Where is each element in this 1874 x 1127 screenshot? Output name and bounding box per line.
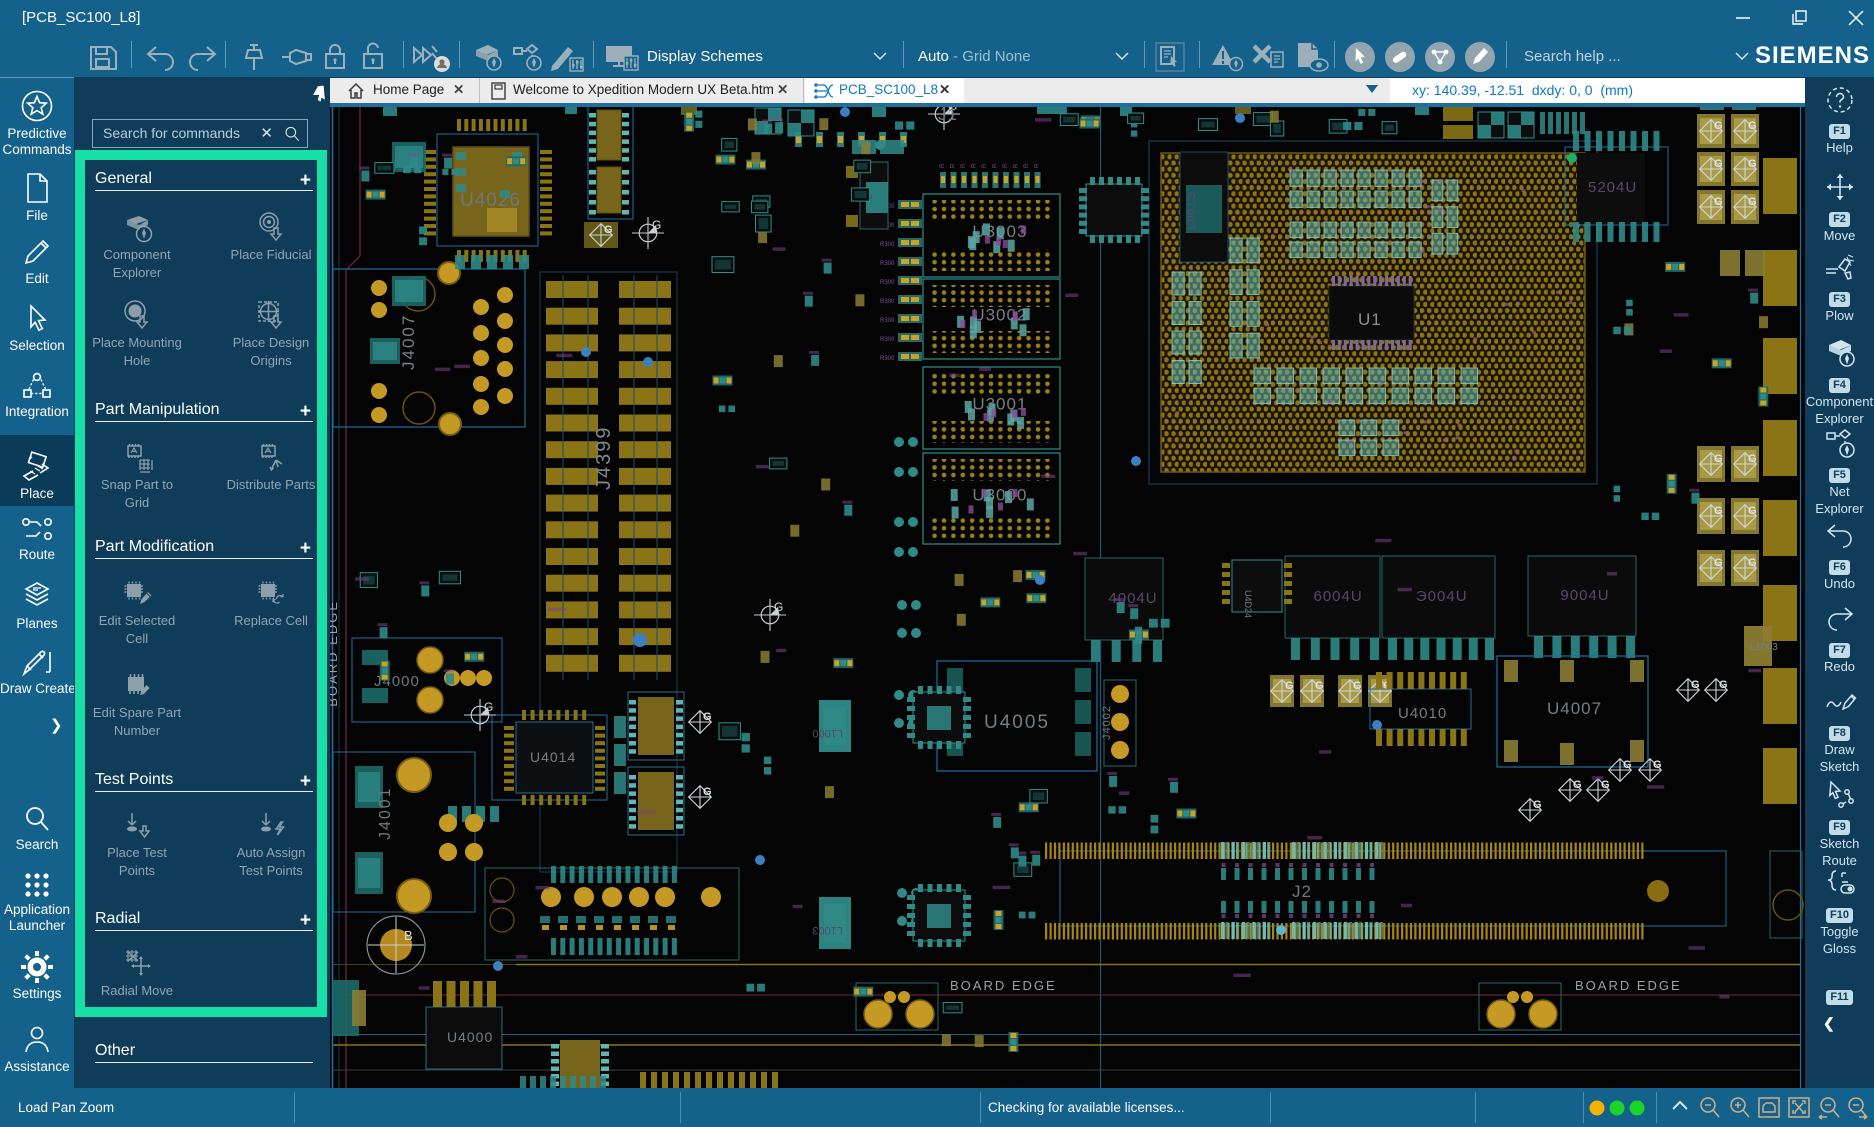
svg-text:9004U: 9004U (1560, 587, 1609, 604)
svg-text:R300: R300 (880, 261, 895, 267)
svg-text:5204U: 5204U (1588, 179, 1637, 196)
svg-text:U4D24: U4D24 (1243, 590, 1253, 618)
svg-text:U4014: U4014 (530, 749, 576, 765)
svg-text:6004U: 6004U (1314, 588, 1363, 605)
svg-text:J1: J1 (938, 107, 958, 124)
svg-text:R: R (1035, 163, 1041, 168)
svg-text:J4007: J4007 (399, 314, 418, 370)
svg-text:R: R (951, 163, 957, 168)
svg-text:U4026: U4026 (460, 190, 521, 211)
svg-text:BOARD EDGE: BOARD EDGE (1575, 978, 1682, 993)
svg-text:R300: R300 (880, 242, 895, 248)
svg-text:R: R (1014, 163, 1020, 168)
svg-text:U1: U1 (1358, 310, 1382, 329)
svg-text:R300: R300 (880, 356, 895, 362)
svg-text:R: R (961, 163, 967, 168)
svg-text:R300: R300 (880, 337, 895, 343)
svg-text:U4005: U4005 (984, 712, 1050, 733)
svg-text:U4000: U4000 (447, 1029, 493, 1045)
svg-text:G: G (484, 700, 494, 714)
svg-text:R: R (993, 163, 999, 168)
svg-text:BOARD EDGE: BOARD EDGE (950, 978, 1057, 993)
svg-text:R300: R300 (880, 318, 895, 324)
svg-text:G: G (652, 218, 662, 232)
svg-text:R: R (1024, 163, 1030, 168)
svg-text:R: R (972, 163, 978, 168)
svg-text:R: R (982, 163, 988, 168)
svg-text:BOARD EDGE: BOARD EDGE (330, 600, 340, 707)
svg-text:U4007: U4007 (1547, 699, 1602, 718)
svg-text:U3001: U3001 (972, 395, 1027, 414)
svg-text:L1000: L1000 (812, 727, 843, 739)
svg-text:Э004U: Э004U (1416, 588, 1468, 605)
svg-text:R: R (1003, 163, 1009, 168)
svg-text:R: R (940, 163, 946, 168)
svg-text:U4010: U4010 (1398, 705, 1447, 722)
svg-text:J4399: J4399 (593, 426, 615, 491)
svg-text:J2: J2 (1292, 882, 1312, 901)
svg-text:L1003: L1003 (812, 924, 843, 936)
svg-text:J4002: J4002 (1101, 705, 1113, 740)
svg-text:J4001: J4001 (377, 786, 394, 840)
svg-text:U3000: U3000 (972, 485, 1027, 504)
svg-text:R300: R300 (880, 280, 895, 286)
svg-text:B: B (404, 928, 414, 943)
svg-text:R300: R300 (880, 299, 895, 305)
svg-text:G: G (774, 600, 784, 614)
svg-text:Ь001Э: Ь001Э (1186, 192, 1198, 230)
svg-text:L1003: L1003 (1750, 642, 1778, 653)
